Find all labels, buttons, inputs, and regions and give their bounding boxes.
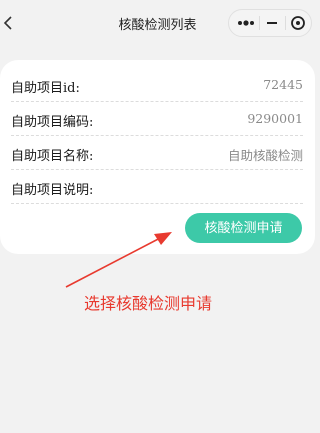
page: 核酸检测列表 自助项目id: 72445 自助项目编码: 9290001 自助项… bbox=[0, 0, 315, 433]
annotation-text: 选择核酸检测申请 bbox=[84, 294, 213, 313]
annotation-arrow bbox=[65, 232, 172, 288]
